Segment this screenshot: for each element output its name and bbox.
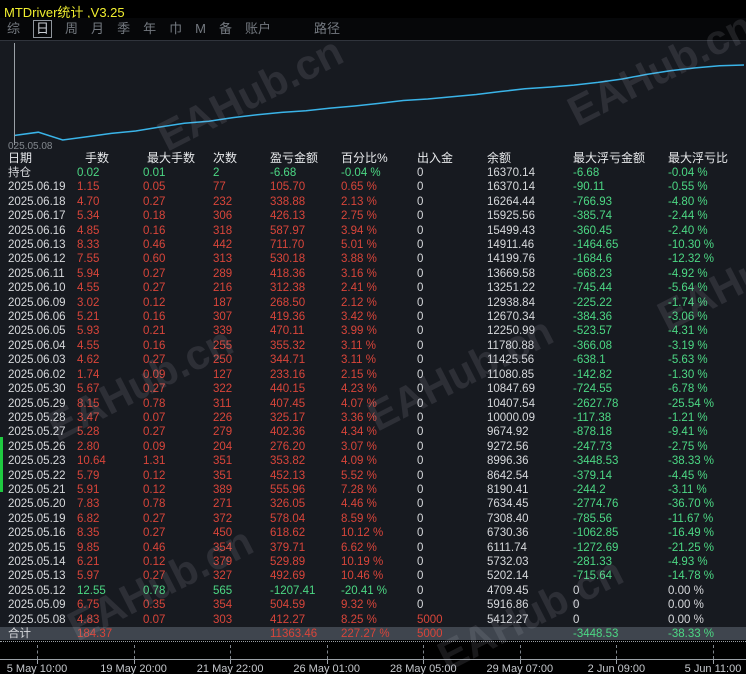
- table-row: 2025.06.05 5.93 0.21 339 470.11 3.99 % 0 12250.…: [8, 325, 708, 338]
- column-header-9: 最大浮亏比: [668, 151, 729, 165]
- table-row: 2025.05.21 5.91 0.12 389 555.96 7.28 % 0 8190.4…: [8, 483, 707, 496]
- column-header-6: 出入金: [417, 151, 454, 165]
- menu-tab-4[interactable]: 季: [117, 21, 130, 37]
- table-header-row: 日期 手数 最大手数 次数 盈亏金额 百分比% 出入金 余额 最大浮亏金额 最大浮亏比: [0, 151, 746, 166]
- table-row: 持仓 0.02 0.01 2 -6.68 -0.04 % 0 16370.14 -6.68 -0.…: [8, 167, 708, 179]
- menu-item-path[interactable]: 路径: [314, 21, 340, 37]
- time-gridline: [326, 645, 328, 659]
- column-header-1: 手数: [85, 151, 110, 165]
- table-row: 2025.06.13 8.33 0.46 442 711.70 5.01 % 0 14911.…: [8, 239, 715, 252]
- time-axis-label: 28 May 05:00: [389, 663, 457, 674]
- chart-left-axis: [14, 43, 15, 145]
- menu-tab-3[interactable]: 月: [91, 21, 104, 37]
- dotted-separator: [0, 641, 746, 642]
- table-row: 2025.05.29 8.15 0.78 311 407.45 4.07 % 0 10407.…: [8, 397, 715, 410]
- column-header-2: 最大手数: [147, 151, 196, 165]
- chart-and-table-panel: 025.05.08 日期 手数 最大手数 次数 盈亏金额 百分比% 出入金 余额 最大浮亏金额最…: [0, 40, 746, 642]
- time-axis-label: 5 Jun 11:00: [684, 663, 742, 674]
- table-row: 2025.05.16 8.35 0.27 450 618.62 10.12 % 0 6730.…: [8, 527, 715, 540]
- menu-tab-5[interactable]: 年: [143, 21, 156, 37]
- table-row: 2025.06.04 4.55 0.16 255 355.32 3.11 % 0 11780.…: [8, 339, 708, 352]
- time-gridline: [616, 645, 618, 659]
- table-row: 2025.05.28 3.47 0.07 226 325.17 3.36 % 0 10000.…: [8, 411, 708, 424]
- daily-stats-table: 日期 手数 最大手数 次数 盈亏金额 百分比% 出入金 余额 最大浮亏金额 最大浮亏比 持仓 0.0…: [0, 151, 746, 642]
- time-axis-label: 26 May 01:00: [293, 663, 361, 674]
- table-row: 2025.05.14 6.21 0.12 379 529.89 10.19 % 0 5732.…: [8, 555, 708, 568]
- stats-table-body: 持仓 0.02 0.01 2 -6.68 -0.04 % 0 16370.14 -6.68 -0.…: [0, 166, 746, 642]
- time-gridline: [712, 645, 714, 659]
- column-header-0: 日期: [8, 151, 33, 165]
- table-row: 2025.05.15 9.85 0.46 354 379.71 6.62 % 0 6111.7…: [8, 541, 715, 554]
- menu-tab-0[interactable]: 综: [7, 21, 20, 37]
- table-row: 2025.06.09 3.02 0.12 187 268.50 2.12 % 0 12938.…: [8, 296, 708, 309]
- time-gridline: [519, 645, 521, 659]
- table-row: 2025.05.13 5.97 0.27 327 492.69 10.46 % 0 5202.…: [8, 570, 715, 583]
- mtdriver-stats-window: MTDriver统计 ,V3.25 综日周月季年巾 M 备账户 路径 025.05.0…: [0, 0, 746, 674]
- table-row: 2025.05.26 2.80 0.09 204 276.20 3.07 % 0 9272.5…: [8, 440, 708, 453]
- column-header-8: 最大浮亏金额: [573, 151, 646, 165]
- table-row: 2025.05.22 5.79 0.12 351 452.13 5.52 % 0 8642.5…: [8, 469, 708, 482]
- time-gridline: [423, 645, 425, 659]
- menu-bar: 综日周月季年巾 M 备账户 路径: [0, 18, 746, 40]
- column-header-4: 盈亏金额: [270, 151, 319, 165]
- table-row: 2025.06.03 4.62 0.27 250 344.71 3.11 % 0 11425.…: [8, 354, 708, 367]
- menu-tab-9[interactable]: 账户: [245, 21, 271, 37]
- time-gridline: [230, 645, 232, 659]
- menu-tab-2[interactable]: 周: [65, 21, 78, 37]
- table-row: 2025.05.09 6.75 0.35 354 504.59 9.32 % 0 5916.8…: [8, 599, 704, 612]
- table-row: 2025.06.10 4.55 0.27 216 312.38 2.41 % 0 13251.…: [8, 282, 708, 295]
- menu-tab-6[interactable]: 巾: [169, 21, 182, 37]
- table-row: 2025.06.19 1.15 0.05 77 105.70 0.65 % 0 16370.1…: [8, 181, 708, 194]
- menu-tab-8[interactable]: 备: [219, 21, 232, 37]
- table-row: 2025.06.06 5.21 0.16 307 419.36 3.42 % 0 12670.…: [8, 311, 708, 324]
- table-row: 2025.05.20 7.83 0.78 271 326.05 4.46 % 0 7634.4…: [8, 498, 715, 511]
- table-row: 2025.06.12 7.55 0.60 313 530.18 3.88 % 0 14199.…: [8, 253, 715, 266]
- column-header-7: 余额: [487, 151, 512, 165]
- table-row: 2025.05.08 4.83 0.07 303 412.27 8.25 % 5000 541…: [8, 613, 704, 626]
- table-row: 2025.05.30 5.67 0.27 322 440.15 4.23 % 0 10847.…: [8, 383, 708, 396]
- column-header-3: 次数: [213, 151, 238, 165]
- left-edge-marker: [0, 437, 3, 492]
- menu-tab-1[interactable]: 日: [33, 20, 53, 38]
- time-axis-label: 2 Jun 09:00: [587, 663, 646, 674]
- table-row: 2025.05.23 10.64 1.31 351 353.82 4.09 % 0 8996.…: [8, 455, 715, 468]
- time-axis-label: 19 May 20:00: [100, 663, 167, 674]
- time-axis-label: 29 May 07:00: [486, 663, 554, 674]
- table-row: 2025.06.11 5.94 0.27 289 418.36 3.16 % 0 13669.…: [8, 267, 708, 280]
- table-row: 2025.06.18 4.70 0.27 232 338.88 2.13 % 0 16264.…: [8, 195, 708, 208]
- table-row: 2025.05.12 12.55 0.78 565 -1207.41 -20.41 % 0 4…: [8, 584, 704, 597]
- time-axis-line: [0, 659, 746, 660]
- time-gridline: [37, 645, 38, 659]
- time-axis-label: 5 May 10:00: [6, 663, 68, 674]
- table-row: 2025.05.19 6.82 0.27 372 578.04 8.59 % 0 7308.4…: [8, 512, 714, 525]
- title-bar: MTDriver统计 ,V3.25: [0, 0, 746, 20]
- table-row: 2025.06.02 1.74 0.09 127 233.16 2.15 % 0 11080.…: [8, 368, 708, 381]
- table-row: 2025.05.27 5.28 0.27 279 402.36 4.34 % 0 9674.9…: [8, 426, 708, 439]
- table-row: 2025.06.16 4.85 0.16 318 587.97 3.94 % 0 15499.…: [8, 224, 708, 237]
- table-row: 2025.06.17 5.34 0.18 306 426.13 2.75 % 0 15925.…: [8, 210, 708, 223]
- menu-tab-7[interactable]: M: [195, 21, 206, 37]
- time-axis-label: 21 May 22:00: [196, 663, 264, 674]
- column-header-5: 百分比%: [341, 151, 388, 165]
- time-gridline: [133, 645, 135, 659]
- equity-curve-chart: [13, 64, 745, 141]
